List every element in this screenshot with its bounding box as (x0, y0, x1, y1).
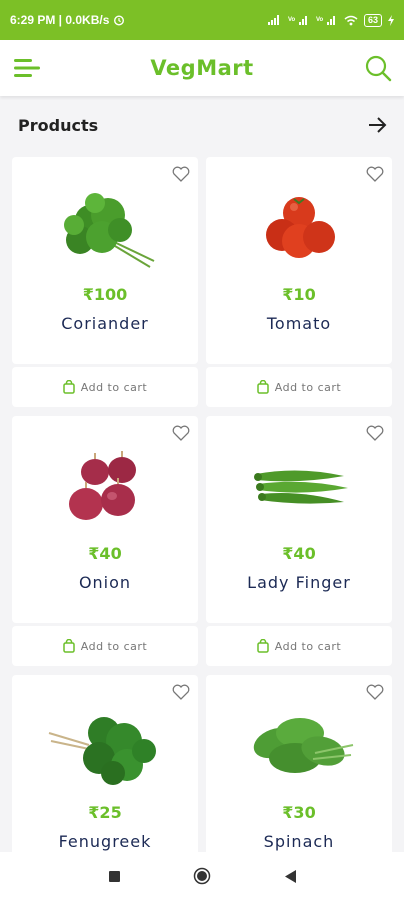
square-icon (108, 870, 120, 882)
heart-icon[interactable] (172, 166, 190, 182)
shopping-bag-icon (257, 380, 269, 394)
tomato-image (266, 197, 335, 258)
spinach-image (253, 718, 354, 773)
product-card-body[interactable]: ₹40 Onion (12, 416, 198, 623)
product-name: Tomato (266, 314, 332, 333)
status-bar: 6:29 PM | 0.0KB/s Vo Vo 63 (0, 0, 404, 40)
add-to-cart-button[interactable]: Add to cart (206, 367, 392, 407)
add-to-cart-button[interactable]: Add to cart (206, 626, 392, 666)
product-price: ₹25 (88, 803, 122, 822)
product-price: ₹100 (82, 285, 128, 304)
shopping-bag-icon (257, 639, 269, 653)
menu-icon[interactable] (14, 58, 40, 78)
product-card-body[interactable]: ₹10 Tomato (206, 157, 392, 364)
alarm-icon (114, 15, 125, 26)
svg-text:Vo: Vo (288, 17, 296, 23)
product-price: ₹30 (282, 803, 316, 822)
circle-icon (193, 867, 211, 885)
product-card-body[interactable]: ₹40 Lady Finger (206, 416, 392, 623)
product-card[interactable]: ₹40 Onion Add to cart (12, 416, 198, 666)
status-left: 6:29 PM | 0.0KB/s (10, 13, 125, 27)
svg-text:Vo: Vo (316, 17, 324, 23)
app-title: VegMart (150, 56, 254, 80)
search-icon[interactable] (364, 54, 392, 82)
battery-indicator: 63 (363, 13, 382, 27)
charging-icon (388, 14, 394, 26)
status-right: Vo Vo 63 (267, 13, 394, 27)
add-to-cart-button[interactable]: Add to cart (12, 626, 198, 666)
product-price: ₹10 (282, 285, 316, 304)
product-price: ₹40 (282, 544, 316, 563)
back-button[interactable] (275, 861, 305, 891)
volte-signal-icon-2: Vo (316, 16, 335, 25)
product-name: Spinach (263, 832, 335, 851)
product-card[interactable]: ₹40 Lady Finger Add to cart (206, 416, 392, 666)
status-time: 6:29 PM | 0.0KB/s (10, 13, 110, 27)
products-header: Products (0, 100, 404, 150)
wifi-icon (344, 15, 358, 25)
lady-finger-image (254, 470, 348, 504)
shopping-bag-icon (63, 639, 75, 653)
signal-icon (267, 15, 279, 25)
app-bar: VegMart (0, 40, 404, 96)
heart-icon[interactable] (172, 425, 190, 441)
add-to-cart-button[interactable]: Add to cart (12, 367, 198, 407)
product-card-body[interactable]: ₹100 Coriander (12, 157, 198, 364)
arrow-right-icon[interactable] (366, 114, 388, 136)
product-card[interactable]: ₹10 Tomato Add to cart (206, 157, 392, 407)
back-triangle-icon (284, 869, 296, 883)
product-card-body[interactable]: ₹25 Fenugreek (12, 675, 198, 882)
home-button[interactable] (187, 861, 217, 891)
system-nav-bar (0, 852, 404, 900)
heart-icon[interactable] (366, 425, 384, 441)
heart-icon[interactable] (172, 684, 190, 700)
volte-signal-icon: Vo (288, 16, 307, 25)
section-title: Products (18, 115, 99, 135)
add-to-cart-label: Add to cart (274, 639, 342, 653)
onion-image (69, 451, 136, 520)
add-to-cart-label: Add to cart (80, 380, 148, 394)
shopping-bag-icon (63, 380, 75, 394)
heart-icon[interactable] (366, 684, 384, 700)
fenugreek-image (48, 717, 156, 785)
heart-icon[interactable] (366, 166, 384, 182)
product-name: Fenugreek (58, 832, 152, 851)
product-card[interactable]: ₹100 Coriander Add to cart (12, 157, 198, 407)
coriander-image (64, 193, 155, 268)
add-to-cart-label: Add to cart (80, 639, 148, 653)
add-to-cart-label: Add to cart (274, 380, 342, 394)
recents-button[interactable] (99, 861, 129, 891)
product-name: Lady Finger (247, 573, 351, 592)
product-name: Coriander (61, 314, 149, 333)
product-card-body[interactable]: ₹30 Spinach (206, 675, 392, 882)
product-name: Onion (78, 573, 132, 592)
product-price: ₹40 (88, 544, 122, 563)
